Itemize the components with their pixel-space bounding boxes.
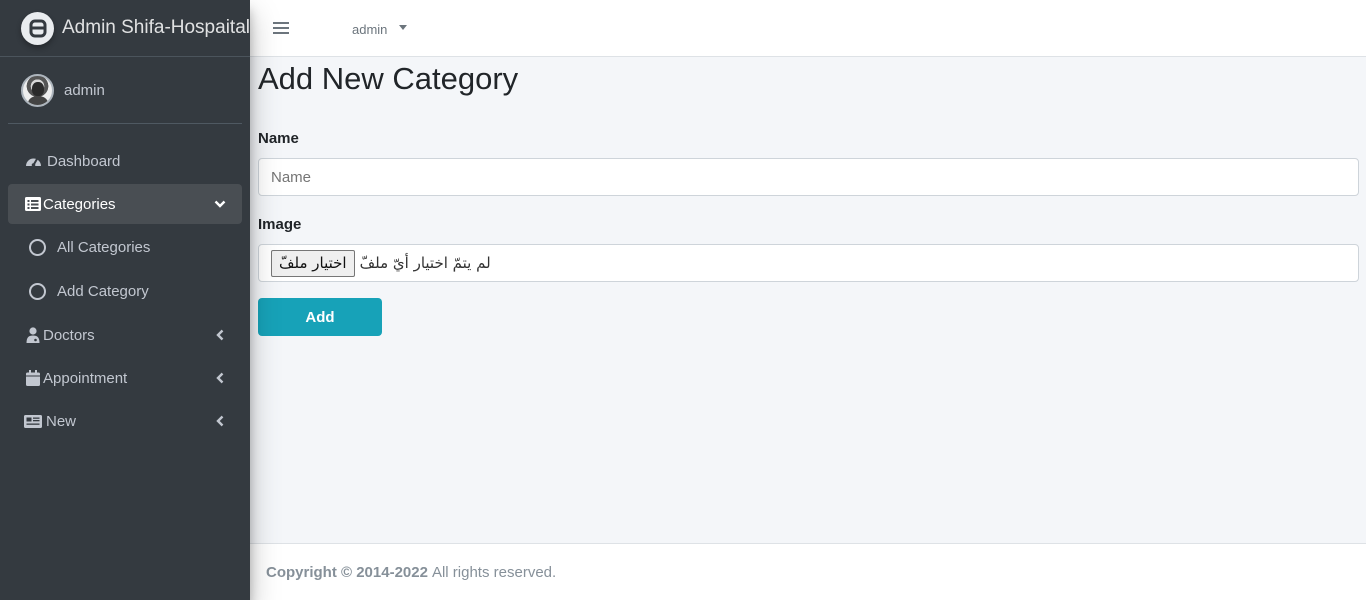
- brand-logo-icon: [21, 11, 54, 45]
- user-dropdown[interactable]: admin: [352, 22, 408, 37]
- calendar-icon: [24, 370, 42, 386]
- sidebar-item-new[interactable]: New: [8, 401, 242, 441]
- circle-icon: [29, 239, 46, 256]
- choose-file-button[interactable]: اختيار ملفّ: [271, 249, 355, 277]
- user-name: admin: [64, 81, 105, 99]
- page-title: Add New Category: [258, 61, 519, 96]
- newspaper-icon: [24, 413, 42, 429]
- name-input[interactable]: [258, 158, 1359, 196]
- footer: Copyright © 2014-2022 All rights reserve…: [250, 543, 1366, 600]
- sidebar-item-dashboard[interactable]: Dashboard: [8, 141, 242, 181]
- sidebar-item-categories[interactable]: Categories: [8, 184, 242, 224]
- chevron-down-icon: [212, 196, 228, 212]
- name-label: Name: [258, 130, 299, 147]
- image-file-input[interactable]: اختيار ملفّ لم يتمّ اختيار أيّ ملفّ: [258, 244, 1359, 282]
- user-panel[interactable]: admin: [8, 57, 242, 124]
- sidebar-item-label: Dashboard: [47, 152, 121, 170]
- add-button[interactable]: Add: [258, 298, 382, 336]
- user-md-icon: [24, 327, 42, 343]
- footer-rights: All rights reserved.: [431, 563, 557, 581]
- user-dropdown-label: admin: [352, 22, 388, 37]
- top-navbar: admin: [250, 0, 1366, 57]
- sidebar-subitem-all-categories[interactable]: All Categories: [8, 227, 242, 268]
- avatar: [21, 73, 54, 107]
- chevron-left-icon: [212, 370, 228, 386]
- file-status-text: لم يتمّ اختيار أيّ ملفّ: [359, 254, 491, 272]
- brand-link[interactable]: Admin Shifa-Hospaital: [0, 0, 250, 57]
- image-label: Image: [258, 216, 302, 233]
- sidebar-nav: Dashboard Categories All Categories Add …: [0, 141, 250, 441]
- sidebar-subitem-label: Add Category: [57, 283, 149, 300]
- hamburger-menu-icon[interactable]: [273, 19, 289, 37]
- sidebar-item-label: Doctors: [43, 326, 95, 344]
- footer-copyright: Copyright © 2014-2022: [266, 563, 428, 581]
- circle-icon: [29, 283, 46, 300]
- caret-down-icon: [399, 25, 408, 30]
- chevron-left-icon: [212, 327, 228, 343]
- sidebar-item-label: Categories: [43, 195, 116, 213]
- chevron-left-icon: [212, 413, 228, 429]
- tachometer-icon: [24, 153, 42, 169]
- sidebar-item-appointment[interactable]: Appointment: [8, 358, 242, 398]
- list-icon: [24, 196, 42, 212]
- sidebar-item-label: Appointment: [43, 369, 128, 387]
- brand-title: Admin Shifa-Hospaital: [62, 17, 250, 38]
- sidebar-item-doctors[interactable]: Doctors: [8, 315, 242, 355]
- sidebar-subitem-label: All Categories: [57, 239, 151, 256]
- sidebar: Admin Shifa-Hospaital admin Dashboard Ca…: [0, 0, 250, 600]
- sidebar-subitem-add-category[interactable]: Add Category: [8, 271, 242, 312]
- sidebar-item-label: New: [46, 412, 77, 430]
- main-content: Add New Category Name Image اختيار ملفّ …: [258, 57, 1359, 336]
